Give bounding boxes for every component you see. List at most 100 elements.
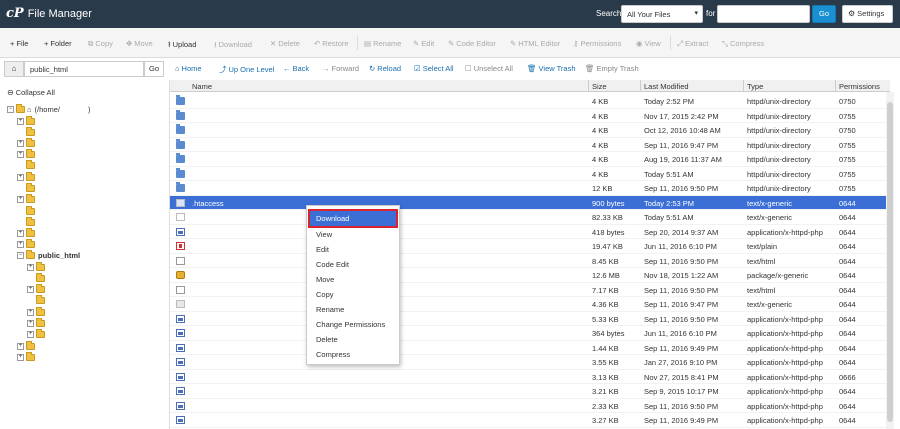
table-row[interactable]: .htaccess 900 bytes Today 2:53 PM text/x-ge… <box>170 195 886 210</box>
expand-toggle-icon[interactable]: + <box>17 195 24 203</box>
tree-item[interactable] <box>27 294 45 305</box>
expand-toggle-icon[interactable]: + <box>17 150 24 158</box>
context-menu-delete[interactable]: Delete <box>316 335 338 344</box>
search-go-button[interactable]: Go <box>812 5 836 23</box>
move-button[interactable]: ✥ Move <box>126 39 153 48</box>
rename-button[interactable]: ▤ Rename <box>364 39 401 48</box>
path-input[interactable]: public_html <box>24 61 144 77</box>
expand-toggle-icon[interactable]: + <box>17 342 24 350</box>
scrollbar-thumb[interactable] <box>887 102 893 422</box>
tree-item[interactable] <box>17 159 35 170</box>
table-row[interactable]: 3.55 KB Jan 27, 2016 9:10 PM application/x… <box>170 355 886 370</box>
collapse-toggle-icon[interactable]: − <box>17 251 24 259</box>
table-row[interactable]: 8.45 KB Sep 11, 2016 9:50 PM text/html 0644 <box>170 254 886 268</box>
tree-item[interactable]: + <box>27 328 45 339</box>
search-scope-select[interactable]: All Your Files ▾ <box>621 5 703 23</box>
tree-item[interactable] <box>27 272 45 283</box>
tree-item[interactable]: + <box>17 115 35 126</box>
context-menu-move[interactable]: Move <box>316 275 334 284</box>
tree-item[interactable]: + <box>17 351 35 362</box>
home-icon[interactable]: ⌂ <box>4 61 24 77</box>
tree-item[interactable]: + <box>17 148 35 159</box>
up-one-level-button[interactable]: ⤴ Up One Level <box>219 64 274 75</box>
code-editor-button[interactable]: ✎ Code Editor <box>448 39 496 48</box>
restore-button[interactable]: ↶ Restore <box>314 39 349 48</box>
table-scrollbar[interactable] <box>886 92 894 429</box>
context-menu-edit[interactable]: Edit <box>316 245 329 254</box>
expand-toggle-icon[interactable]: + <box>17 353 24 361</box>
html-editor-button[interactable]: ✎ HTML Editor <box>510 39 560 48</box>
table-row[interactable]: 82.33 KB Today 5:51 AM text/x-generic 0644 <box>170 210 886 225</box>
table-row[interactable]: 364 bytes Jun 11, 2016 6:10 PM application… <box>170 326 886 341</box>
forward-button[interactable]: → Forward <box>322 64 359 73</box>
download-button[interactable]: ⭳ Download <box>214 39 252 52</box>
table-row[interactable]: 4 KB Today 5:51 AM httpd/unix-directory 075… <box>170 167 886 181</box>
table-row[interactable]: 12 KB Sep 11, 2016 9:50 PM httpd/unix-dire… <box>170 181 886 196</box>
permissions-button[interactable]: ⚷ Permissions <box>573 39 621 48</box>
empty-trash-button[interactable]: 🗑 Empty Trash <box>585 64 639 73</box>
tree-item[interactable]: + <box>27 283 45 294</box>
context-menu-download[interactable]: Download <box>308 209 398 228</box>
table-row[interactable]: 3.27 KB Sep 11, 2016 9:49 PM application/x… <box>170 413 886 428</box>
table-row[interactable]: 418 bytes Sep 20, 2014 9:37 AM application… <box>170 225 886 239</box>
table-row[interactable]: 4 KB Today 2:52 PM httpd/unix-directory 075… <box>170 94 886 109</box>
copy-button[interactable]: ⧉ Copy <box>88 39 113 49</box>
expand-toggle-icon[interactable]: + <box>17 117 24 125</box>
table-row[interactable]: 5.33 KB Sep 11, 2016 9:50 PM application/x… <box>170 312 886 326</box>
tree-item-root[interactable]: − ⌂ (/home/ ) <box>7 103 90 114</box>
path-go-button[interactable]: Go <box>144 61 164 77</box>
settings-button[interactable]: ⚙ Settings <box>842 5 893 23</box>
table-row[interactable]: 4 KB Oct 12, 2016 10:48 AM httpd/unix-dire… <box>170 123 886 138</box>
tree-item-public-html[interactable]: − public_html <box>17 249 80 260</box>
new-folder-button[interactable]: + Folder <box>44 39 72 48</box>
context-menu-code-edit[interactable]: Code Edit <box>316 260 349 269</box>
tree-item[interactable]: + <box>17 238 35 249</box>
context-menu-view[interactable]: View <box>316 230 332 239</box>
expand-toggle-icon[interactable]: + <box>17 229 24 237</box>
table-row[interactable]: 12.6 MB Nov 18, 2015 1:22 AM package/x-gen… <box>170 268 886 283</box>
tree-item[interactable]: + <box>17 137 35 148</box>
tree-item[interactable]: + <box>27 317 45 328</box>
expand-toggle-icon[interactable]: + <box>27 319 34 327</box>
tree-item[interactable]: + <box>17 340 35 351</box>
table-row[interactable]: 4.36 KB Sep 11, 2016 9:47 PM text/x-generi… <box>170 297 886 312</box>
table-row[interactable]: 1.44 KB Sep 11, 2016 9:49 PM application/x… <box>170 341 886 355</box>
column-header-type[interactable]: Type <box>747 82 763 91</box>
context-menu-rename[interactable]: Rename <box>316 305 344 314</box>
tree-item[interactable] <box>17 216 35 227</box>
new-file-button[interactable]: + File <box>10 39 28 48</box>
delete-button[interactable]: ✕ Delete <box>270 39 300 48</box>
table-row[interactable]: 3.21 KB Sep 9, 2015 10:17 PM application/x… <box>170 384 886 399</box>
collapse-all-button[interactable]: ⊖ Collapse All <box>7 88 55 97</box>
tree-item[interactable]: + <box>17 193 35 204</box>
reload-button[interactable]: ↻ Reload <box>369 64 401 73</box>
context-menu-compress[interactable]: Compress <box>316 350 350 359</box>
expand-toggle-icon[interactable]: + <box>27 285 34 293</box>
upload-button[interactable]: ⭱ Upload <box>168 39 196 52</box>
table-row[interactable]: 2.33 KB Sep 11, 2016 9:50 PM application/x… <box>170 399 886 413</box>
column-header-last-modified[interactable]: Last Modified <box>644 82 689 91</box>
column-header-size[interactable]: Size <box>592 82 607 91</box>
tree-item[interactable] <box>17 126 35 137</box>
expand-toggle-icon[interactable]: + <box>27 330 34 338</box>
view-button[interactable]: ◉ View <box>636 39 661 48</box>
tree-item[interactable]: + <box>17 171 35 182</box>
expand-toggle-icon[interactable]: + <box>17 173 24 181</box>
tree-item[interactable]: + <box>17 227 35 238</box>
select-all-button[interactable]: ☑ Select All <box>414 64 454 73</box>
unselect-all-button[interactable]: ☐ Unselect All <box>465 64 513 73</box>
tree-item[interactable] <box>17 182 35 193</box>
table-row[interactable]: 3.13 KB Nov 27, 2015 8:41 PM application/x… <box>170 370 886 384</box>
column-header-permissions[interactable]: Permissions <box>839 82 880 91</box>
view-trash-button[interactable]: 🗑 View Trash <box>527 64 576 73</box>
table-row[interactable]: 19.47 KB Jun 11, 2016 6:10 PM text/plain 06… <box>170 239 886 254</box>
context-menu-change-permissions[interactable]: Change Permissions <box>316 320 385 329</box>
column-header-name[interactable]: Name <box>192 82 212 91</box>
table-row[interactable]: 4 KB Nov 17, 2015 2:42 PM httpd/unix-direc… <box>170 109 886 123</box>
tree-item[interactable]: + <box>27 261 45 272</box>
context-menu-copy[interactable]: Copy <box>316 290 334 299</box>
expand-toggle-icon[interactable]: + <box>27 308 34 316</box>
collapse-toggle-icon[interactable]: − <box>7 105 14 113</box>
search-input[interactable] <box>717 5 810 23</box>
home-button[interactable]: ⌂ Home <box>175 64 202 73</box>
